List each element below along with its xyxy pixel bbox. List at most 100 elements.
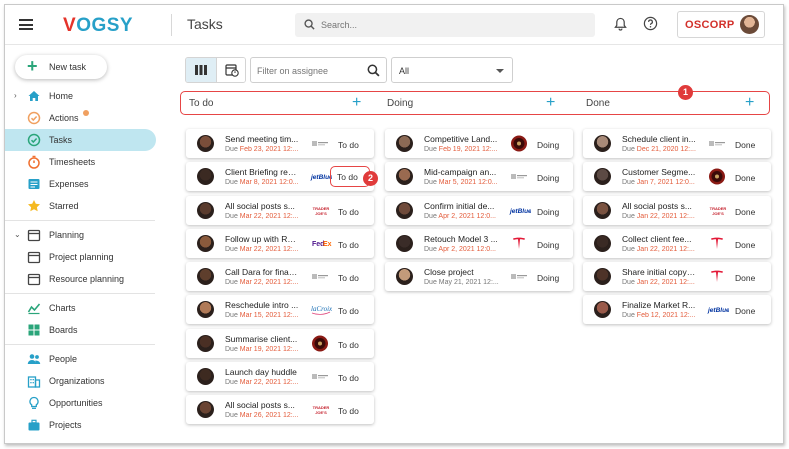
sidebar-item-people[interactable]: People xyxy=(5,348,160,370)
task-card[interactable]: Launch day huddle Due Mar 22, 2021 12:...… xyxy=(186,362,374,392)
task-card[interactable]: All social posts s... Due Mar 26, 2021 12… xyxy=(186,395,374,425)
assignee-avatar[interactable] xyxy=(197,368,214,386)
task-card[interactable]: Call Dara for final ... Due Mar 22, 2021 … xyxy=(186,262,374,292)
assignee-avatar[interactable] xyxy=(594,201,611,219)
sidebar-item-project-planning[interactable]: Project planning xyxy=(5,246,160,268)
task-card[interactable]: Send meeting tim... Due Feb 23, 2021 12:.… xyxy=(186,129,374,158)
assignee-avatar[interactable] xyxy=(396,168,413,186)
assignee-avatar[interactable] xyxy=(197,201,214,219)
sidebar-item-timesheets[interactable]: Timesheets xyxy=(5,151,160,173)
sidebar-item-tasks[interactable]: Tasks xyxy=(5,129,156,151)
task-status[interactable]: To do xyxy=(338,373,359,383)
sidebar-item-projects[interactable]: Projects xyxy=(5,414,160,436)
assignee-avatar[interactable] xyxy=(197,234,214,252)
assignee-avatar[interactable] xyxy=(594,135,611,152)
task-status[interactable]: Done xyxy=(735,306,755,316)
boards-icon xyxy=(28,324,40,336)
task-due-date: Due Mar 22, 2021 12:... xyxy=(225,379,307,386)
task-status[interactable]: Done xyxy=(735,207,755,217)
task-status[interactable]: To do xyxy=(338,306,359,316)
sidebar-item-organizations[interactable]: Organizations xyxy=(5,370,160,392)
column-title: To do xyxy=(189,98,214,109)
help-icon[interactable] xyxy=(643,16,658,31)
sidebar-item-charts[interactable]: Charts xyxy=(5,297,160,319)
task-status[interactable]: Done xyxy=(735,240,755,250)
sidebar-item-opportunities[interactable]: Opportunities xyxy=(5,392,160,414)
task-status[interactable]: Doing xyxy=(537,273,559,283)
task-card[interactable]: Finalize Market R... Due Feb 12, 2021 12:… xyxy=(583,295,771,325)
due-date-value: Feb 12, 2021 12:... xyxy=(636,312,696,320)
assignee-avatar[interactable] xyxy=(197,135,214,152)
due-label: Due xyxy=(424,245,439,253)
add-done-task-button[interactable]: + xyxy=(745,93,754,113)
task-status[interactable]: Doing xyxy=(537,140,559,150)
task-status[interactable]: To do xyxy=(338,140,359,150)
due-label: Due xyxy=(622,212,637,220)
sidebar-item-resource-planning[interactable]: Resource planning xyxy=(5,268,160,290)
task-card[interactable]: Customer Segme... Due Jan 7, 2021 12:0...… xyxy=(583,162,771,192)
task-status[interactable]: Doing xyxy=(537,173,559,183)
user-avatar[interactable] xyxy=(740,15,759,34)
task-card[interactable]: All social posts s... Due Mar 22, 2021 12… xyxy=(186,195,374,225)
assignee-avatar[interactable] xyxy=(594,268,611,286)
sidebar-item-expenses[interactable]: Expenses xyxy=(5,173,160,195)
chevron-right-icon[interactable]: › xyxy=(14,91,17,100)
task-card[interactable]: Collect client fee... Due Jan 22, 2021 12… xyxy=(583,228,771,258)
assignee-avatar[interactable] xyxy=(197,268,214,286)
company-switcher[interactable]: OSCORP xyxy=(677,11,765,38)
task-card[interactable]: Reschedule intro ... Due Mar 15, 2021 12:… xyxy=(186,295,374,325)
status-filter-select[interactable]: All xyxy=(391,57,513,83)
assignee-avatar[interactable] xyxy=(197,168,214,186)
new-task-button[interactable]: + New task xyxy=(15,55,107,79)
assignee-avatar[interactable] xyxy=(594,301,611,319)
assignee-avatar[interactable] xyxy=(594,234,611,252)
task-status[interactable]: Doing xyxy=(537,240,559,250)
chevron-down-icon[interactable]: ⌄ xyxy=(14,230,21,239)
task-card[interactable]: Mid-campaign an... Due Mar 5, 2021 12:0..… xyxy=(385,162,573,192)
task-status[interactable]: Done xyxy=(735,140,755,150)
task-status[interactable]: Done xyxy=(735,173,755,183)
bell-icon[interactable] xyxy=(614,17,627,31)
task-card[interactable]: Confirm initial de... Due Apr 2, 2021 12:… xyxy=(385,195,573,225)
task-card[interactable]: Schedule client in... Due Dec 21, 2020 12… xyxy=(583,129,771,158)
sidebar-item-actions[interactable]: Actions xyxy=(5,107,160,129)
notification-dot xyxy=(83,110,89,116)
task-status[interactable]: Done xyxy=(735,273,755,283)
sidebar-item-home[interactable]: › Home xyxy=(5,85,160,107)
assignee-avatar[interactable] xyxy=(197,334,214,352)
task-card[interactable]: Follow up with Ra... Due Mar 22, 2021 12:… xyxy=(186,228,374,258)
assignee-filter-input[interactable] xyxy=(257,64,362,78)
task-card[interactable]: All social posts s... Due Jan 22, 2021 12… xyxy=(583,195,771,225)
task-status[interactable]: To do xyxy=(338,240,359,250)
assignee-avatar[interactable] xyxy=(197,401,214,419)
plus-icon: + xyxy=(27,56,38,76)
task-status[interactable]: Doing xyxy=(537,207,559,217)
task-status[interactable]: To do xyxy=(338,273,359,283)
menu-icon[interactable] xyxy=(19,19,33,30)
vogsy-logo[interactable]: VOGSY xyxy=(63,15,133,37)
sidebar-item-planning[interactable]: ⌄ Planning xyxy=(5,224,160,246)
task-card[interactable]: Share initial copy ... Due Jan 22, 2021 1… xyxy=(583,262,771,292)
add-doing-task-button[interactable]: + xyxy=(546,93,555,113)
assignee-avatar[interactable] xyxy=(594,168,611,186)
assignee-avatar[interactable] xyxy=(396,201,413,219)
task-card[interactable]: Retouch Model 3 ... Due Apr 2, 2021 12:0.… xyxy=(385,228,573,258)
task-card[interactable]: Client Briefing rea... Due Mar 8, 2021 12… xyxy=(186,162,374,192)
board-view-button[interactable] xyxy=(186,58,216,82)
task-card[interactable]: Competitive Land... Due Feb 19, 2021 12:.… xyxy=(385,129,573,158)
task-card[interactable]: Close project Due May 21, 2021 12:... Doin… xyxy=(385,262,573,292)
sidebar-item-starred[interactable]: Starred xyxy=(5,195,160,217)
task-status[interactable]: To do xyxy=(338,340,359,350)
assignee-avatar[interactable] xyxy=(396,135,413,152)
assignee-avatar[interactable] xyxy=(396,234,413,252)
assignee-avatar[interactable] xyxy=(396,268,413,286)
task-card[interactable]: Summarise client... Due Mar 19, 2021 12:.… xyxy=(186,328,374,358)
task-status[interactable]: To do xyxy=(338,406,359,416)
search-icon[interactable] xyxy=(367,64,380,77)
task-status[interactable]: To do xyxy=(338,207,359,217)
add-todo-task-button[interactable]: + xyxy=(352,93,361,113)
search-input[interactable] xyxy=(321,16,581,34)
sidebar-item-boards[interactable]: Boards xyxy=(5,319,160,341)
calendar-view-button[interactable] xyxy=(216,58,245,82)
assignee-avatar[interactable] xyxy=(197,301,214,319)
